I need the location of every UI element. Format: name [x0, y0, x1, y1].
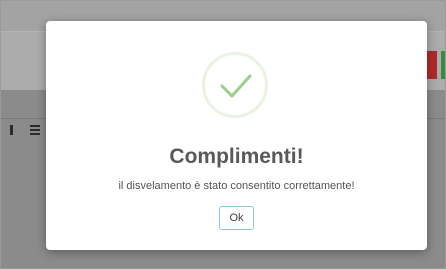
background-success-button	[441, 51, 445, 79]
success-dialog: Complimenti! il disvelamento è stato con…	[46, 21, 427, 250]
checkmark-icon	[220, 74, 252, 98]
list-icon	[30, 125, 40, 135]
ok-button[interactable]: Ok	[219, 206, 254, 230]
success-icon-circle	[202, 52, 268, 118]
app-window: Complimenti! il disvelamento è stato con…	[0, 0, 446, 269]
dialog-message: il disvelamento è stato consentito corre…	[118, 180, 355, 192]
column-icon	[10, 125, 13, 135]
dialog-title: Complimenti!	[169, 145, 304, 168]
